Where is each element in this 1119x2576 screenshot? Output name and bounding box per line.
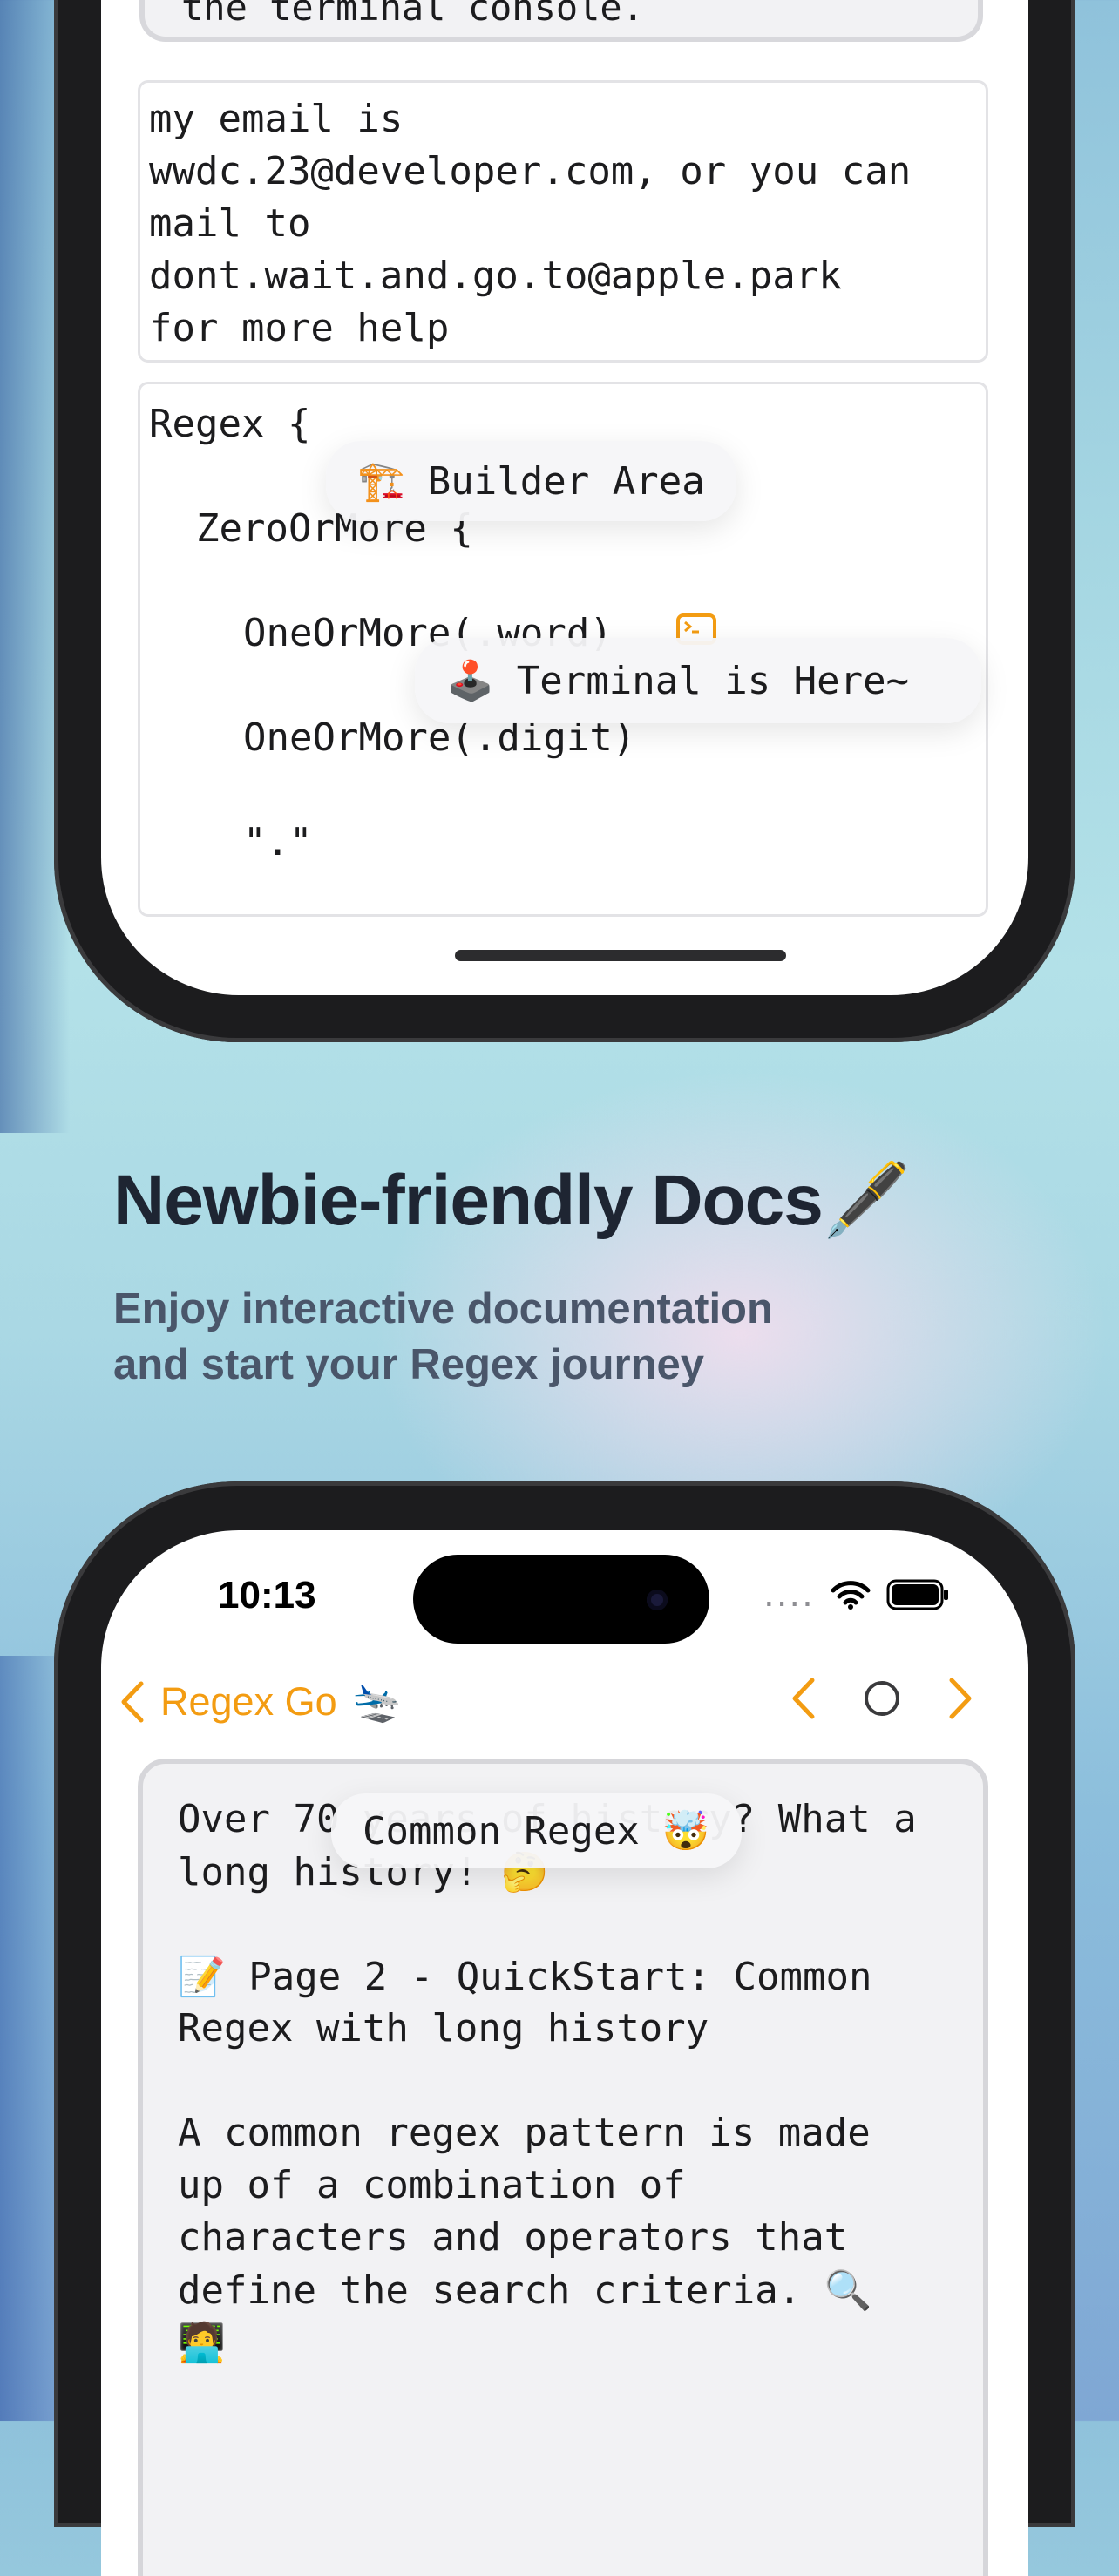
builder-area-label: Builder Area [427, 458, 705, 504]
status-time: 10:13 [218, 1574, 316, 1617]
pen-icon: 🖋️ [822, 1161, 912, 1240]
doc-line: define the search criteria. 🔍 [178, 2268, 872, 2313]
phone-frame-bottom: 10:13 .... Regex Go 🛬 Over 70 What a lon… [54, 1481, 1075, 2576]
back-button[interactable]: Regex Go 🛬 [119, 1678, 402, 1725]
page-navigation [790, 1677, 974, 1720]
promo-subtitle-line: and start your Regex journey [113, 1341, 705, 1388]
previous-box-text: the terminal console. [181, 0, 645, 29]
common-regex-label: Common Regex [363, 1808, 640, 1854]
camera-icon [647, 1590, 668, 1610]
phone-frame-top: the terminal console. my email is wwdc.2… [54, 0, 1075, 1042]
chevron-left-icon [121, 1681, 144, 1722]
crane-icon: 🏗️ [357, 459, 405, 504]
builder-area-pill[interactable]: 🏗️ Builder Area [326, 441, 736, 521]
phone-screen-top: the terminal console. my email is wwdc.2… [101, 0, 1028, 995]
doc-line: up of a combination of [178, 2163, 686, 2207]
documentation-box[interactable]: Over 70 years of history? What a long hi… [138, 1759, 988, 2576]
battery-icon [886, 1579, 948, 1610]
email-text: my email is wwdc.23@developer.com, or yo… [149, 97, 912, 350]
code-line: "." [243, 820, 313, 864]
joystick-icon: 🕹️ [446, 659, 494, 703]
doc-line: 📝 Page 2 - QuickStart: Common [178, 1955, 872, 1999]
terminal-here-label: Terminal is Here~ [516, 658, 910, 703]
promo-title-text: Newbie-friendly Docs [113, 1161, 824, 1240]
previous-text-box[interactable]: the terminal console. [139, 0, 983, 42]
status-icons: .... [763, 1576, 951, 1614]
back-label: Regex Go [160, 1678, 337, 1724]
promo-title: Newbie-friendly Docs🖋️ [113, 1159, 912, 1243]
phone-screen-bottom: 10:13 .... Regex Go 🛬 Over 70 What a lon… [101, 1530, 1028, 2576]
common-regex-pill[interactable]: Common Regex 🤯 [331, 1793, 742, 1868]
code-line: Regex { [149, 402, 311, 446]
circle-icon[interactable] [863, 1679, 901, 1718]
promo-subtitle-line: Enjoy interactive documentation [113, 1285, 773, 1332]
promo-subtitle: Enjoy interactive documentation and star… [113, 1281, 773, 1393]
dynamic-island [413, 1555, 709, 1644]
wifi-icon [831, 1581, 871, 1610]
chevron-right-icon[interactable] [948, 1677, 974, 1720]
signal-dots-icon: .... [763, 1575, 815, 1615]
doc-line: characters and operators that [178, 2215, 848, 2260]
doc-line: 🧑‍💻 [178, 2321, 226, 2365]
doc-line: A common regex pattern is made [178, 2111, 871, 2155]
home-indicator[interactable] [455, 950, 786, 961]
email-text-area[interactable]: my email is wwdc.23@developer.com, or yo… [138, 80, 988, 363]
chevron-left-icon[interactable] [790, 1677, 816, 1720]
terminal-here-pill[interactable]: 🕹️ Terminal is Here~ [415, 638, 981, 723]
mind-blown-icon: 🤯 [661, 1809, 710, 1854]
doc-line: Regex with long history [178, 2006, 709, 2051]
landing-plane-icon: 🛬 [352, 1679, 402, 1724]
